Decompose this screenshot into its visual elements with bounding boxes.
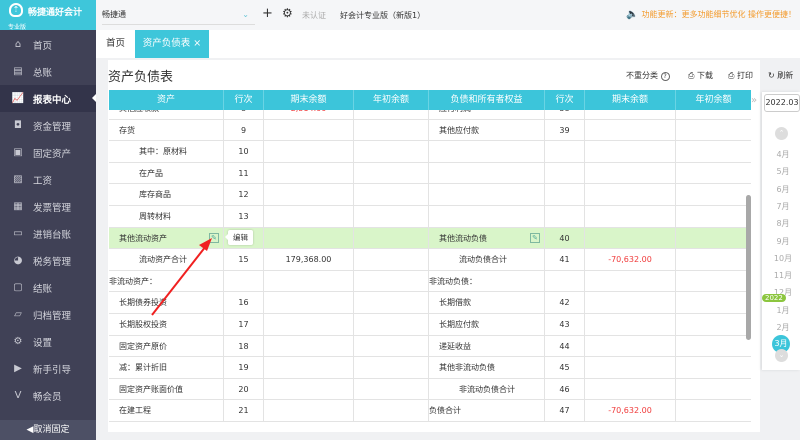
month-option[interactable]: 1月 [762, 305, 800, 316]
month-option[interactable]: 4月 [762, 149, 800, 160]
scroll-down-icon[interactable]: ⌄ [775, 349, 788, 362]
period-panel: 2022.03 ⌃ 4月 5月 6月 7月 8月 9月 10月 11月 12月 1月 2月 3月 20… [762, 92, 800, 370]
month-option[interactable]: 11月 [762, 270, 800, 281]
month-option[interactable]: 6月 [762, 184, 800, 195]
year-badge: 2022 [762, 294, 786, 302]
month-option[interactable]: 8月 [762, 218, 800, 229]
month-option[interactable]: 2月 [762, 322, 800, 333]
expand-panel-icon[interactable]: » [751, 95, 757, 106]
month-option[interactable]: 5月 [762, 166, 800, 177]
scroll-up-icon[interactable]: ⌃ [775, 127, 788, 140]
arrow-head [199, 238, 212, 251]
annotation-arrow [151, 238, 212, 316]
month-option[interactable]: 9月 [762, 236, 800, 247]
month-option[interactable]: 7月 [762, 201, 800, 212]
month-option[interactable]: 10月 [762, 253, 800, 264]
arrow-line [151, 245, 207, 316]
vertical-scrollbar[interactable] [746, 195, 751, 340]
period-input[interactable]: 2022.03 [764, 94, 800, 112]
